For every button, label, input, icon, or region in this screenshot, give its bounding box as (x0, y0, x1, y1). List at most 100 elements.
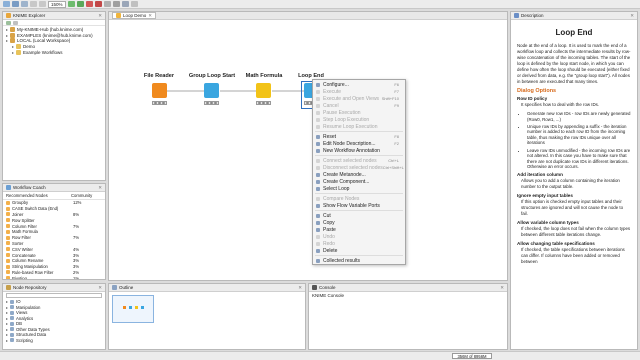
node-type-icon (6, 264, 10, 269)
menu-item[interactable]: Paste (313, 226, 405, 233)
repository-category[interactable]: ▸ Scripting (6, 338, 102, 344)
expand-arrow-icon[interactable]: ▸ (6, 33, 8, 38)
math-formula-icon[interactable] (256, 83, 271, 98)
cancel-icon[interactable] (85, 1, 93, 7)
menu-item-shortcut: F8 (394, 134, 399, 139)
close-icon[interactable]: ✕ (500, 285, 504, 291)
menu-item[interactable]: Undo (313, 233, 405, 240)
close-icon[interactable]: ✕ (630, 13, 634, 19)
menu-item[interactable]: Pause Execution (313, 109, 405, 116)
close-icon[interactable]: ✕ (98, 285, 102, 291)
column-header-nodes[interactable]: Recommended Nodes (6, 193, 71, 198)
menu-separator (315, 210, 403, 211)
menu-item[interactable]: Edit Node Description... F2 (313, 140, 405, 147)
coach-row[interactable]: Pivoting 1% (6, 275, 102, 279)
menu-item[interactable]: Cut (313, 212, 405, 219)
menu-separator (315, 255, 403, 256)
menu-item[interactable]: Copy (313, 219, 405, 226)
execute-all-icon[interactable] (76, 1, 84, 7)
expand-arrow-icon[interactable]: ▸ (6, 305, 8, 310)
menu-item[interactable]: Create Component... (313, 178, 405, 185)
open-view-icon[interactable] (121, 1, 129, 7)
expand-arrow-icon[interactable]: ▸ (6, 327, 8, 332)
expand-arrow-icon[interactable]: ▸ (6, 38, 8, 43)
menu-item[interactable]: Execute and Open Views Shift+F10 (313, 95, 405, 102)
category-icon (10, 338, 15, 343)
node-type-icon (6, 212, 10, 217)
expand-arrow-icon[interactable]: ▸ (6, 299, 8, 304)
reset-icon[interactable] (103, 1, 111, 7)
expand-arrow-icon[interactable]: ▸ (12, 44, 14, 49)
menu-item[interactable]: Compare Nodes (313, 195, 405, 202)
collapse-icon[interactable] (13, 21, 18, 25)
node-status-indicator (204, 101, 219, 105)
expand-arrow-icon[interactable]: ▸ (6, 316, 8, 321)
expand-arrow-icon[interactable]: ▸ (6, 310, 8, 315)
menu-item[interactable]: Select Loop (313, 185, 405, 192)
menu-item-label: Connect selected nodes (323, 157, 377, 164)
explorer-tree-item[interactable]: ▸ EXAMPLES (knime@hub.knime.com) (6, 32, 102, 39)
category-label: Manipulation (16, 304, 41, 310)
group-loop-start-icon[interactable] (204, 83, 219, 98)
menu-item[interactable]: Show Flow Variable Ports (313, 202, 405, 209)
save-icon[interactable] (12, 1, 19, 7)
undo-icon[interactable] (30, 1, 37, 7)
menu-separator (315, 131, 403, 132)
column-header-community[interactable]: Community (71, 193, 92, 198)
new-workflow-icon[interactable] (3, 1, 10, 7)
workflow-canvas[interactable]: File Reader Group Loop Start Math Formul… (109, 20, 507, 280)
menu-item-label: Compare Nodes (323, 195, 360, 202)
close-icon[interactable]: ✕ (298, 285, 302, 291)
grid-icon[interactable] (130, 1, 138, 7)
menu-item[interactable]: Disconnect selected nodes Ctrl+Shift+L (313, 164, 405, 171)
save-all-icon[interactable] (21, 1, 28, 7)
menu-item-label: New Workflow Annotation (323, 147, 380, 154)
configure-icon[interactable] (112, 1, 120, 7)
option-text: Allows you to add a column containing th… (521, 177, 620, 189)
node-label: Group Loop Start (188, 73, 236, 79)
menu-item[interactable]: Resume Loop Execution (313, 123, 405, 130)
zoom-level[interactable]: 150% (48, 0, 66, 8)
redo-icon[interactable] (39, 1, 46, 7)
option-text: If this option is checked empty input ta… (521, 198, 624, 216)
heap-status[interactable]: 356M of 8956M (452, 353, 492, 359)
outline-title: Outline (119, 285, 134, 290)
close-icon[interactable]: ✕ (98, 185, 102, 191)
file-reader-icon[interactable] (152, 83, 167, 98)
menu-item[interactable]: Reset F8 (313, 133, 405, 140)
menu-item-icon (316, 148, 320, 153)
explorer-tree-item[interactable]: ▸ Example Workflows (6, 49, 102, 55)
menu-item[interactable]: Redo (313, 240, 405, 247)
menu-item[interactable]: Connect selected nodes Ctrl+L (313, 157, 405, 164)
menu-item-icon (316, 96, 320, 101)
menu-item[interactable]: Delete (313, 247, 405, 254)
repository-search-input[interactable] (6, 293, 102, 298)
node-type-icon (6, 229, 10, 234)
expand-arrow-icon[interactable]: ▸ (6, 27, 8, 32)
cancel-all-icon[interactable] (94, 1, 102, 7)
refresh-icon[interactable] (6, 21, 11, 25)
expand-arrow-icon[interactable]: ▸ (6, 332, 8, 337)
menu-item[interactable]: New Workflow Annotation (313, 147, 405, 154)
expand-arrow-icon[interactable]: ▸ (6, 321, 8, 326)
menu-item[interactable]: Cancel F9 (313, 102, 405, 109)
coach-table: Groupby 12% CASE Switch Data (End) Joiner 8%… (3, 200, 105, 279)
node-type-icon (6, 200, 10, 205)
menu-item[interactable]: Collected results (313, 257, 405, 264)
dialog-options-heading: Dialog Options (517, 88, 557, 94)
menu-item-label: Create Component... (323, 178, 370, 185)
menu-item[interactable]: Configure... F6 (313, 81, 405, 88)
expand-arrow-icon[interactable]: ▸ (6, 338, 8, 343)
menu-item[interactable]: Create Metanode... (313, 171, 405, 178)
menu-item-icon (316, 117, 320, 122)
menu-item[interactable]: Execute F7 (313, 88, 405, 95)
menu-item-shortcut: Shift+F10 (381, 96, 399, 101)
outline-preview[interactable] (112, 295, 154, 323)
close-icon[interactable]: ✕ (98, 13, 102, 19)
expand-arrow-icon[interactable]: ▸ (12, 50, 14, 55)
execute-icon[interactable] (67, 1, 75, 7)
menu-item[interactable]: Step Loop Execution (313, 116, 405, 123)
tab-loop-demo[interactable]: Loop Demo ✕ (112, 12, 157, 19)
close-tab-icon[interactable]: ✕ (148, 13, 152, 19)
console-icon (312, 285, 317, 290)
